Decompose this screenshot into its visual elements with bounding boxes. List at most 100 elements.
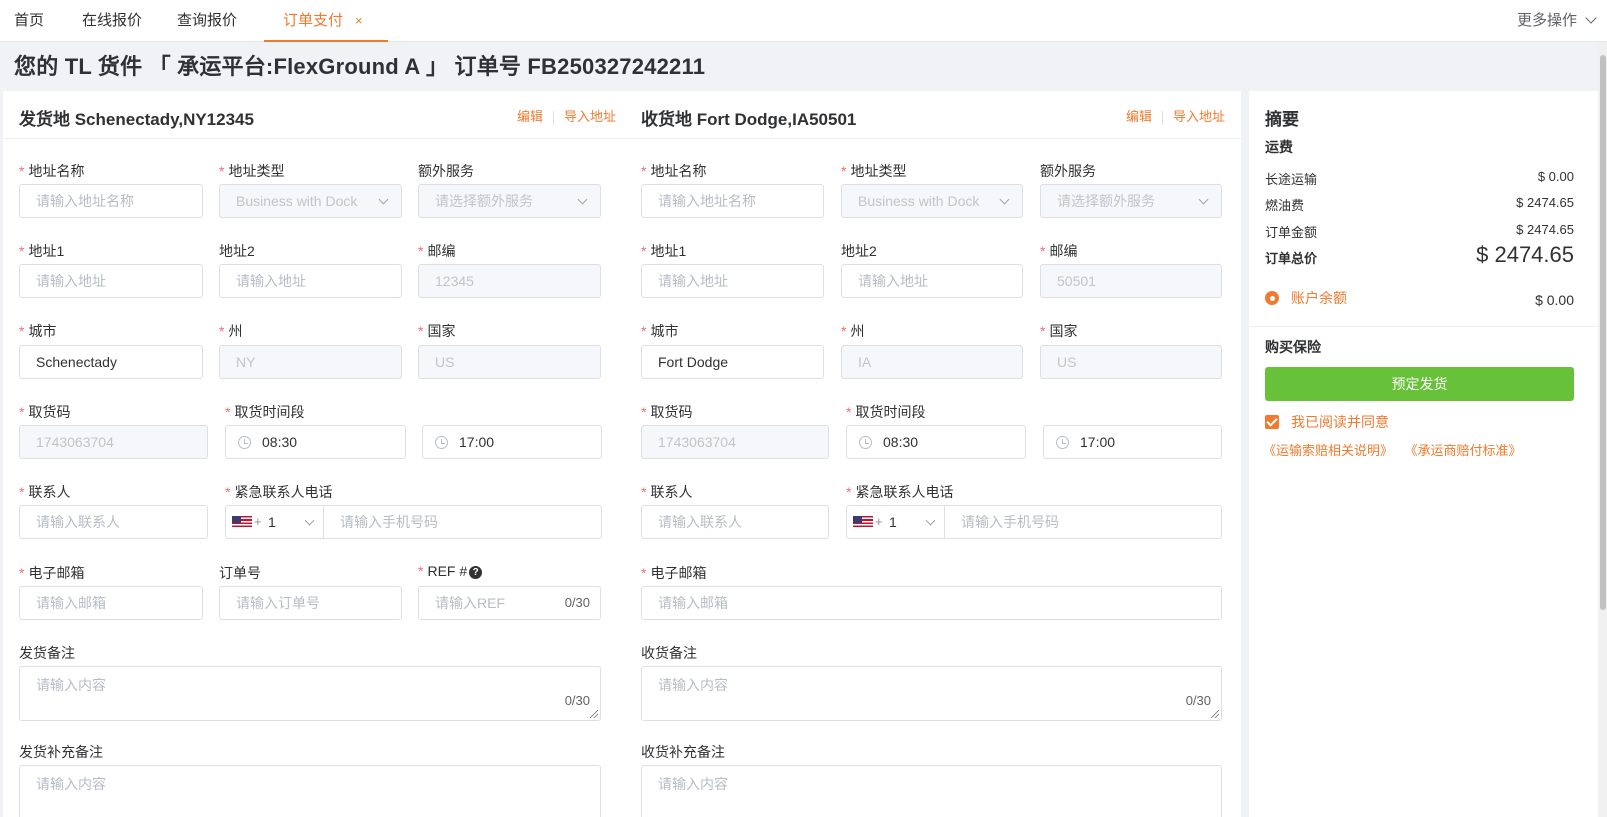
remark-textarea[interactable]: 请输入内容 0/30 (641, 666, 1222, 721)
contact-input[interactable]: 请输入联系人 (641, 505, 829, 539)
clock-icon (859, 436, 872, 449)
label-city: * 城市 (19, 323, 57, 339)
divider (1249, 326, 1598, 327)
label-address-name: * 地址名称 (19, 163, 85, 179)
char-count: 0/30 (1185, 693, 1211, 708)
label-address-name: * 地址名称 (641, 163, 707, 179)
consignee-panel: 收货地 Fort Dodge,IA50501 编辑 导入地址 * 地址名称 * 地址类… (625, 91, 1241, 817)
scrollbar-thumb[interactable] (1600, 55, 1606, 610)
order-no-input[interactable]: 请输入订单号 (219, 586, 402, 620)
pickup-end-time[interactable]: 17:00 (1043, 425, 1222, 459)
more-operations-dropdown[interactable]: 更多操作 (1516, 0, 1597, 42)
us-flag-icon (853, 516, 873, 529)
label-pickup-code: * 取货码 (641, 404, 693, 420)
shipper-panel: 发货地 Schenectady,NY12345 编辑 导入地址 * 地址名称 * 地址… (3, 91, 632, 817)
ref-input[interactable]: 请输入REF 0/30 (418, 586, 601, 620)
clock-icon (238, 436, 251, 449)
email-input[interactable]: 请输入邮箱 (19, 586, 203, 620)
pickup-code-input[interactable]: 1743063704 (19, 425, 208, 459)
label-pickup-window: * 取货时间段 (846, 404, 926, 420)
state-input[interactable]: NY (219, 345, 402, 379)
contact-input[interactable]: 请输入联系人 (19, 505, 208, 539)
zip-input[interactable]: 12345 (418, 264, 601, 298)
chevron-down-icon (577, 194, 588, 205)
country-input[interactable]: US (1040, 345, 1222, 379)
agree-checkbox[interactable]: 我已阅读并同意 (1265, 412, 1574, 432)
edit-link[interactable]: 编辑 (517, 109, 543, 124)
pickup-start-time[interactable]: 08:30 (846, 425, 1026, 459)
extra-service-select[interactable]: 请选择额外服务 (418, 184, 601, 218)
import-address-link[interactable]: 导入地址 (1173, 109, 1225, 124)
emergency-phone-input[interactable]: +1 请输入手机号码 (225, 505, 602, 539)
more-ops-label: 更多操作 (1516, 12, 1577, 29)
address-type-select[interactable]: Business with Dock (841, 184, 1023, 218)
help-icon[interactable]: ? (469, 566, 483, 579)
us-flag-icon (232, 516, 252, 529)
label-remark2: 收货补充备注 (641, 744, 725, 760)
panel-title: 发货地 Schenectady,NY12345 (19, 110, 254, 129)
address-name-input[interactable]: 请输入地址名称 (19, 184, 203, 218)
pickup-code-input[interactable]: 1743063704 (641, 425, 829, 459)
tab-label: 在线报价 (82, 12, 143, 29)
label-state: * 州 (841, 323, 865, 339)
carrier-compensation-link[interactable]: 《承运商赔付标准》 (1411, 443, 1522, 458)
remark2-textarea[interactable]: 请输入内容 (641, 765, 1222, 817)
emergency-phone-input[interactable]: +1 请输入手机号码 (846, 505, 1222, 539)
city-input[interactable]: Schenectady (19, 345, 203, 379)
pickup-end-time[interactable]: 17:00 (422, 425, 602, 459)
chevron-down-icon (304, 515, 315, 526)
chevron-down-icon (999, 194, 1010, 205)
zip-input[interactable]: 50501 (1040, 264, 1222, 298)
tab-order-payment[interactable]: 订单支付 × (264, 0, 388, 42)
phone-number-input[interactable]: 请输入手机号码 (961, 506, 1059, 538)
label-contact: * 联系人 (19, 484, 71, 500)
country-code-select[interactable]: +1 (226, 506, 324, 538)
label-email: * 电子邮箱 (19, 565, 85, 581)
city-input[interactable]: Fort Dodge (641, 345, 824, 379)
phone-number-input[interactable]: 请输入手机号码 (340, 506, 438, 538)
address-name-input[interactable]: 请输入地址名称 (641, 184, 824, 218)
address-type-select[interactable]: Business with Dock (219, 184, 402, 218)
order-total-value: $ 2474.65 (1476, 242, 1574, 267)
email-input[interactable]: 请输入邮箱 (641, 586, 1222, 620)
label-remark: 收货备注 (641, 645, 697, 661)
pickup-start-time[interactable]: 08:30 (225, 425, 406, 459)
tab-online-quote[interactable]: 在线报价 (82, 0, 142, 42)
label-email: * 电子邮箱 (641, 565, 707, 581)
chevron-down-icon (1198, 194, 1209, 205)
divider (552, 110, 554, 125)
label-remark: 发货备注 (19, 645, 75, 661)
claims-policy-link[interactable]: 《运输索赔相关说明》 (1263, 443, 1393, 458)
extra-service-select[interactable]: 请选择额外服务 (1040, 184, 1222, 218)
state-input[interactable]: IA (841, 345, 1023, 379)
label-city: * 城市 (641, 323, 679, 339)
tab-query-quote[interactable]: 查询报价 (177, 0, 237, 42)
label-address-type: * 地址类型 (219, 163, 285, 179)
chevron-down-icon (925, 515, 936, 526)
address1-input[interactable]: 请输入地址 (641, 264, 824, 298)
book-shipment-button[interactable]: 预定发货 (1265, 367, 1574, 401)
clock-icon (1056, 436, 1069, 449)
label-address2: 地址2 (841, 243, 877, 259)
summary-panel: 摘要 运费 长途运输 $ 0.00 燃油费 $ 2474.65 订单金额 $ 2474… (1249, 91, 1598, 817)
edit-link[interactable]: 编辑 (1126, 109, 1152, 124)
import-address-link[interactable]: 导入地址 (564, 109, 616, 124)
label-emergency-phone: * 紧急联系人电话 (846, 484, 954, 500)
label-pickup-window: * 取货时间段 (225, 404, 305, 420)
account-balance-option[interactable]: 账户余额 $ 0.00 (1265, 288, 1574, 308)
label-address1: * 地址1 (641, 243, 687, 259)
char-count: 0/30 (564, 693, 590, 708)
address2-input[interactable]: 请输入地址 (841, 264, 1023, 298)
close-icon[interactable]: × (355, 13, 363, 28)
remark-textarea[interactable]: 请输入内容 0/30 (19, 666, 601, 721)
label-order-no: 订单号 (219, 565, 261, 581)
country-code-select[interactable]: +1 (847, 506, 945, 538)
tab-home[interactable]: 首页 (14, 0, 44, 42)
country-input[interactable]: US (418, 345, 601, 379)
remark2-textarea[interactable]: 请输入内容 (19, 765, 601, 817)
tab-label: 查询报价 (177, 12, 238, 29)
label-remark2: 发货补充备注 (19, 744, 103, 760)
address1-input[interactable]: 请输入地址 (19, 264, 203, 298)
label-address1: * 地址1 (19, 243, 65, 259)
address2-input[interactable]: 请输入地址 (219, 264, 402, 298)
